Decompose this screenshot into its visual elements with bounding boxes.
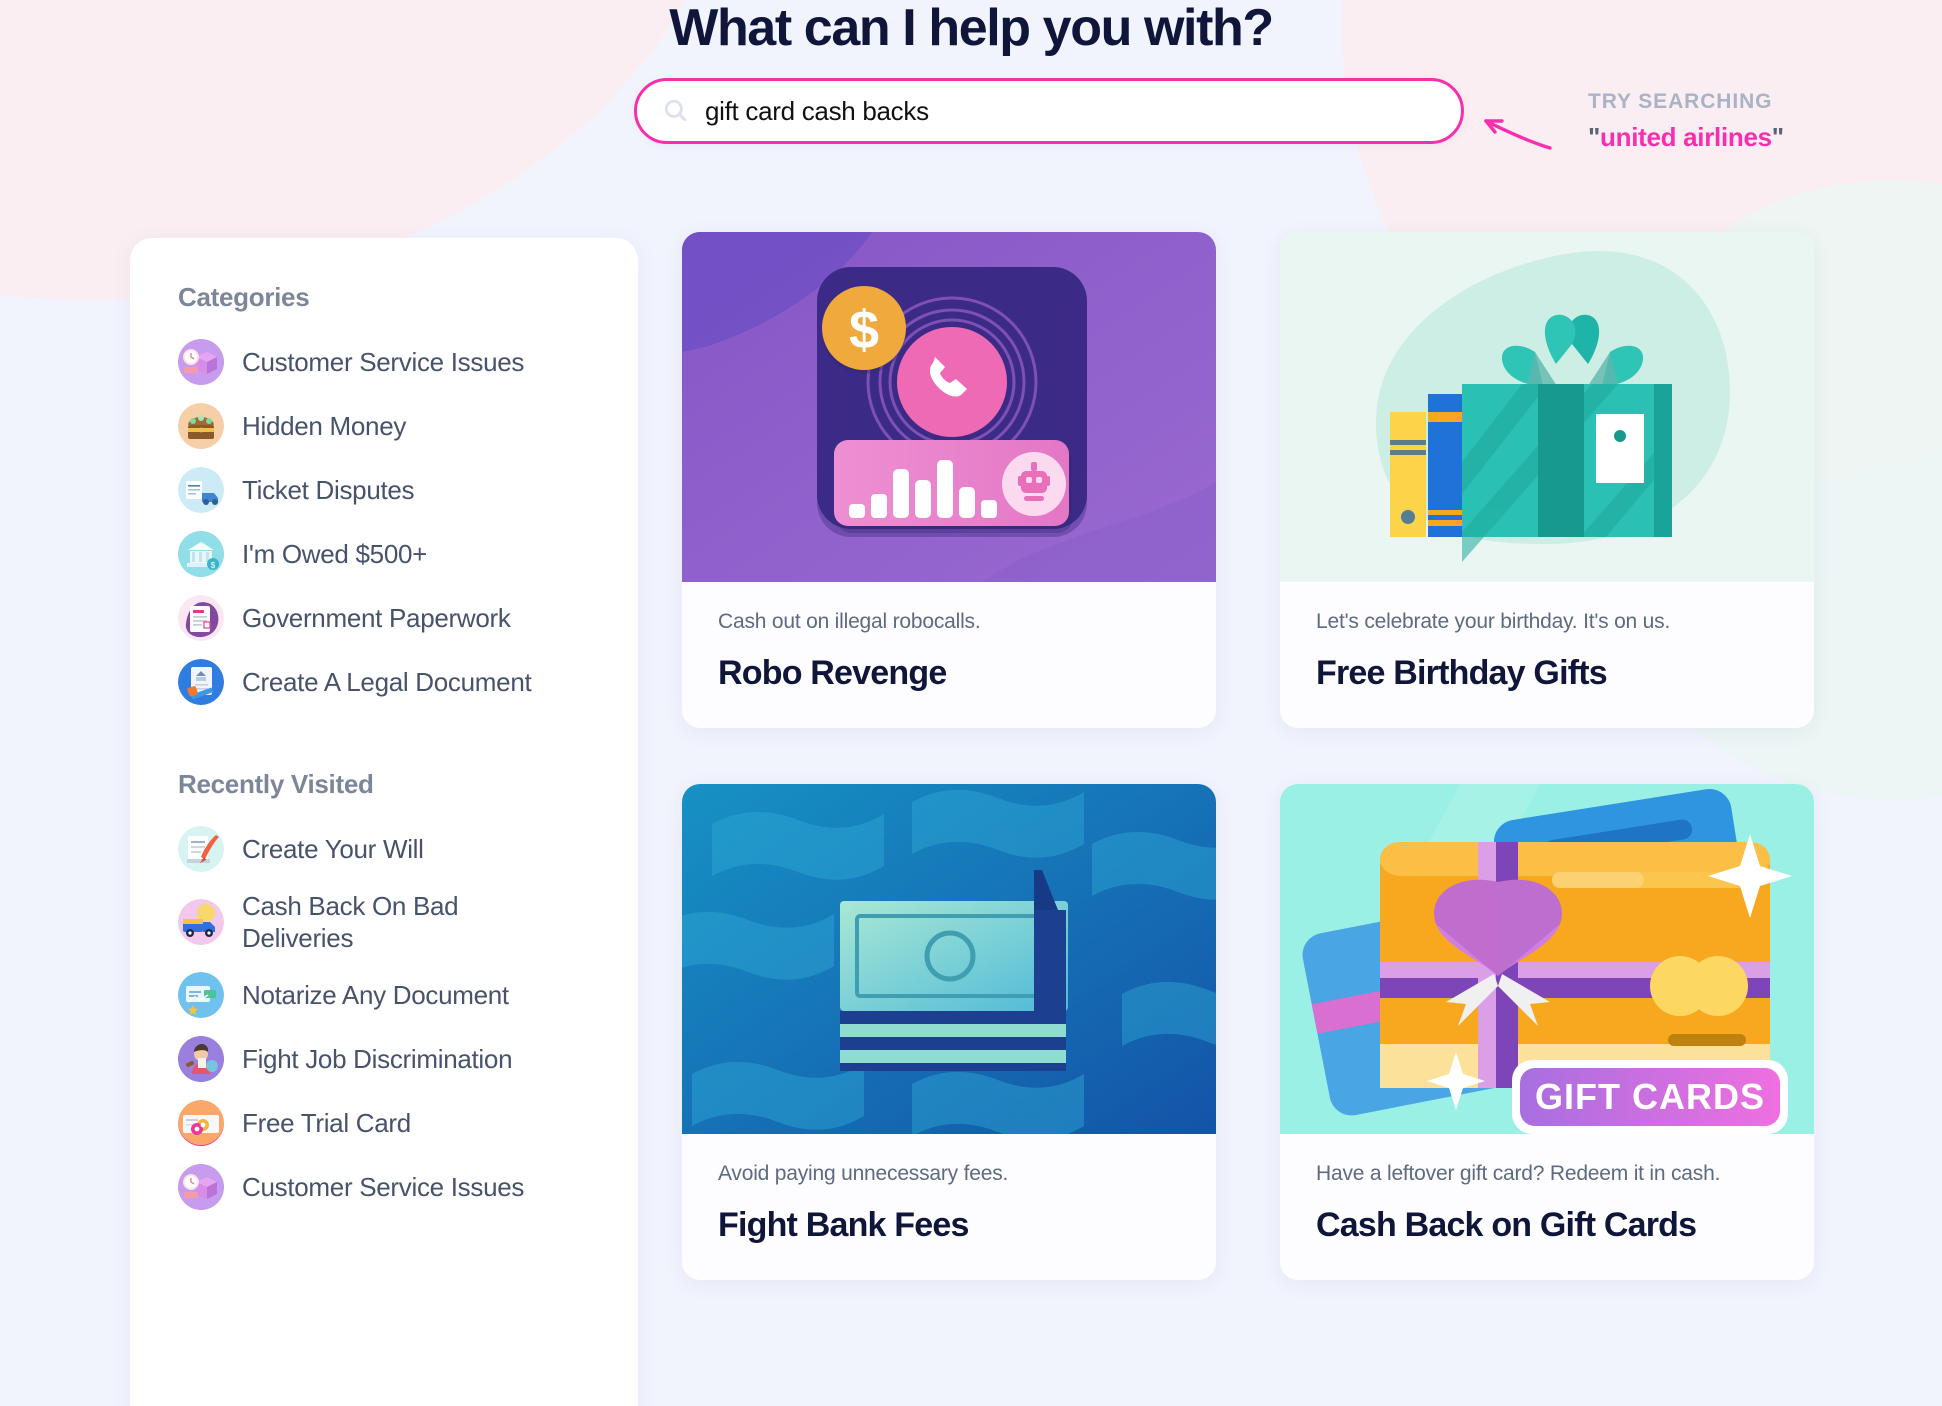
- sidebar-item-notarize-any-document[interactable]: Notarize Any Document: [178, 972, 638, 1018]
- recently-visited-heading: Recently Visited: [178, 769, 374, 799]
- card-title: Free Birthday Gifts: [1316, 654, 1608, 692]
- sidebar-item-label: Create A Legal Document: [242, 667, 532, 697]
- gavel-document-icon: [178, 659, 224, 705]
- card-body: Cash out on illegal robocalls. Robo Reve…: [682, 582, 1216, 728]
- page-root: What can I help you with? TRY SEARCHING …: [0, 0, 1942, 1406]
- treasure-chest-icon: [178, 403, 224, 449]
- sidebar-item-label: Fight Job Discrimination: [242, 1044, 513, 1074]
- cards-row-2: Avoid paying unnecessary fees. Fight Ban…: [682, 784, 1862, 1280]
- card-title: Robo Revenge: [718, 654, 947, 692]
- sidebar-item-label: Free Trial Card: [242, 1108, 411, 1138]
- gift-cards-badge-label: GIFT CARDS: [1535, 1076, 1765, 1117]
- cards-row-1: $ Cash out on illegal robocalls. Robo Re…: [682, 232, 1862, 728]
- sidebar-item-hidden-money[interactable]: Hidden Money: [178, 403, 638, 449]
- sidebar-item-customer-service-issues[interactable]: Customer Service Issues: [178, 1164, 638, 1210]
- sidebar-item-ticket-disputes[interactable]: Ticket Disputes: [178, 467, 638, 513]
- categories-heading: Categories: [178, 282, 310, 312]
- svg-text:$: $: [211, 561, 216, 570]
- sidebar-item-label: Cash Back On Bad Deliveries: [242, 891, 459, 953]
- search-icon: [664, 99, 687, 122]
- card-title: Cash Back on Gift Cards: [1316, 1206, 1697, 1244]
- sidebar-item-label: Customer Service Issues: [242, 347, 525, 377]
- search-box[interactable]: [634, 78, 1464, 144]
- gift-cards-art: GIFT CARDS: [1280, 784, 1814, 1134]
- courthouse-money-icon: $: [178, 531, 224, 577]
- sidebar-item-free-trial-card[interactable]: Free Trial Card: [178, 1100, 638, 1146]
- card-body: Let's celebrate your birthday. It's on u…: [1280, 582, 1814, 728]
- sidebar-item-customer-service-issues[interactable]: Customer Service Issues: [178, 339, 638, 385]
- sidebar-item-i-m-owed-500[interactable]: $ I'm Owed $500+: [178, 531, 638, 577]
- document-stamp-icon: [178, 595, 224, 641]
- sidebar-item-label: Customer Service Issues: [242, 1172, 525, 1202]
- cash-stack-art: [682, 784, 1216, 1134]
- cash-stack-illustration: [682, 784, 1216, 1134]
- parking-ticket-icon: [178, 467, 224, 513]
- card-robo-revenge[interactable]: $ Cash out on illegal robocalls. Robo Re…: [682, 232, 1216, 728]
- sidebar-item-create-your-will[interactable]: Create Your Will: [178, 826, 638, 872]
- try-searching-label: TRY SEARCHING: [1588, 90, 1773, 113]
- sidebar-panel: Categories Customer Service Issues Hidden…: [130, 238, 638, 1406]
- package-clock-icon: [178, 1164, 224, 1210]
- robocall-phone-art: $: [682, 232, 1216, 582]
- categories-list: Customer Service Issues Hidden Money Ticke…: [178, 339, 638, 705]
- sidebar-item-label: Government Paperwork: [242, 603, 511, 633]
- sidebar-item-label: Create Your Will: [242, 834, 424, 864]
- try-searching-term-text: united airlines: [1600, 122, 1772, 152]
- sidebar-item-government-paperwork[interactable]: Government Paperwork: [178, 595, 638, 641]
- page-title: What can I help you with?: [669, 0, 1274, 57]
- sidebar-item-label: Hidden Money: [242, 411, 407, 441]
- quill-document-icon: [178, 826, 224, 872]
- cards-grid: $ Cash out on illegal robocalls. Robo Re…: [682, 232, 1862, 1336]
- notary-document-icon: [178, 972, 224, 1018]
- svg-text:$: $: [849, 300, 879, 360]
- recently-visited-list: Create Your Will Cash Back On Bad Deliver…: [178, 826, 638, 1210]
- gift-box-books-art: [1280, 232, 1814, 582]
- card-subtitle: Avoid paying unnecessary fees.: [718, 1162, 1009, 1185]
- card-title: Fight Bank Fees: [718, 1206, 969, 1244]
- card-body: Have a leftover gift card? Redeem it in …: [1280, 1134, 1814, 1280]
- quote-open: ": [1588, 122, 1601, 152]
- search-input[interactable]: [705, 95, 1435, 127]
- card-subtitle: Let's celebrate your birthday. It's on u…: [1316, 610, 1671, 633]
- gift-cards-illustration: GIFT CARDS: [1280, 784, 1814, 1134]
- card-subtitle: Cash out on illegal robocalls.: [718, 610, 981, 633]
- card-fight-bank-fees[interactable]: Avoid paying unnecessary fees. Fight Ban…: [682, 784, 1216, 1280]
- robocall-phone-illustration: $: [682, 232, 1216, 582]
- sidebar-item-fight-job-discrimination[interactable]: Fight Job Discrimination: [178, 1036, 638, 1082]
- card-body: Avoid paying unnecessary fees. Fight Ban…: [682, 1134, 1216, 1280]
- card-cash-back-on-gift-cards[interactable]: GIFT CARDS Have a leftover gift card? Re…: [1280, 784, 1814, 1280]
- quote-close: ": [1771, 122, 1784, 152]
- credit-card-icon: [178, 1100, 224, 1146]
- person-gavel-icon: [178, 1036, 224, 1082]
- search-container: [634, 78, 1464, 144]
- curved-arrow-left-icon: [1484, 119, 1552, 150]
- package-clock-icon: [178, 339, 224, 385]
- sidebar-item-create-a-legal-document[interactable]: Create A Legal Document: [178, 659, 638, 705]
- sidebar-item-label: Notarize Any Document: [242, 980, 509, 1010]
- sidebar-item-cash-back-on-bad-deliveries[interactable]: Cash Back On Bad Deliveries: [178, 890, 638, 954]
- card-subtitle: Have a leftover gift card? Redeem it in …: [1316, 1162, 1721, 1185]
- sidebar-item-label: Ticket Disputes: [242, 475, 415, 505]
- sidebar-item-label: I'm Owed $500+: [242, 539, 428, 569]
- gift-box-books-illustration: [1280, 232, 1814, 582]
- delivery-truck-icon: [178, 899, 224, 945]
- card-free-birthday-gifts[interactable]: Let's celebrate your birthday. It's on u…: [1280, 232, 1814, 728]
- try-searching-term: "united airlines": [1588, 122, 1784, 153]
